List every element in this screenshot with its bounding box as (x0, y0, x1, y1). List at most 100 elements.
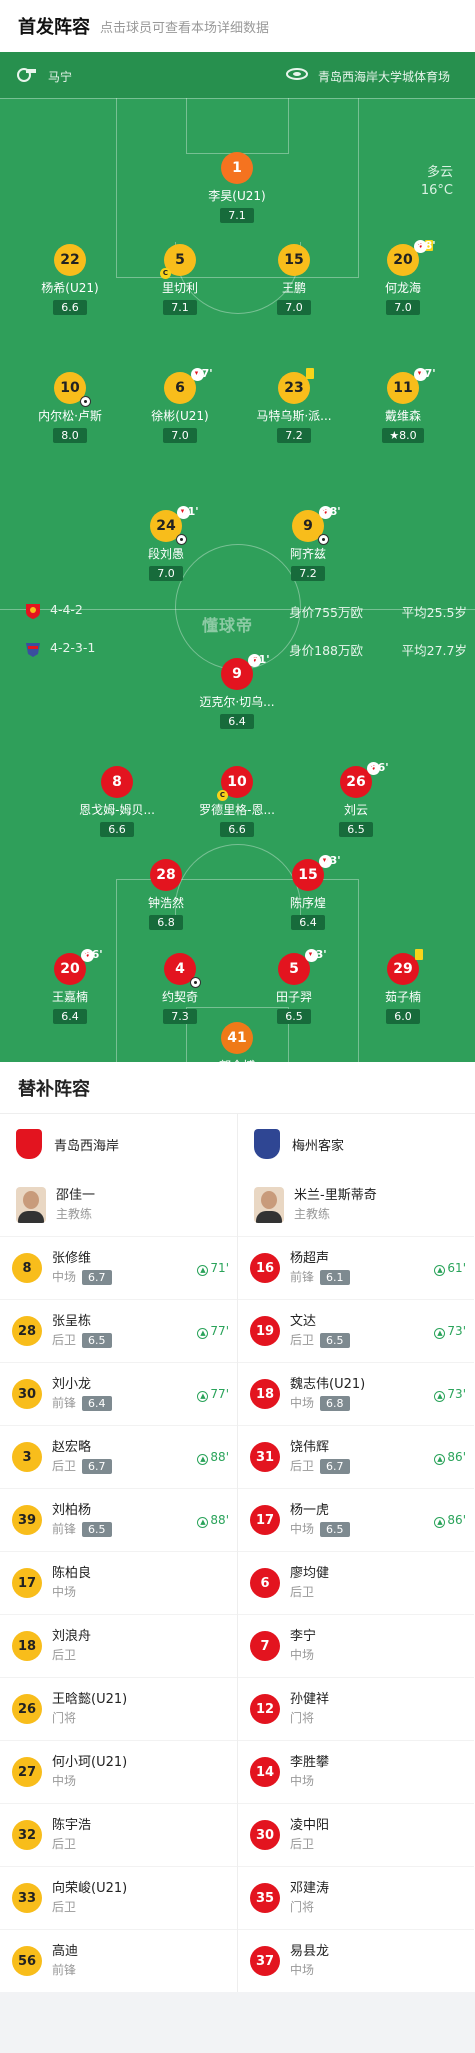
home-player-5[interactable]: 5 C 里切利 7.1 (125, 244, 235, 315)
sub-player-row[interactable]: 37 易县龙 中场 (238, 1929, 474, 1992)
home-player-15[interactable]: 15 王鹏 7.0 (239, 244, 349, 315)
away-player-20[interactable]: 20 ▼ 86' 王嘉楠 6.4 (15, 948, 125, 1024)
shirt-number-text: 9 (232, 666, 242, 682)
player-name: 里切利 (161, 281, 198, 295)
away-team-logo (254, 1129, 280, 1159)
player-rating: 6.4 (53, 1009, 87, 1024)
sub-player-row[interactable]: 14 李胜攀 中场 (238, 1740, 474, 1803)
shirt-number: 29 (387, 949, 423, 985)
sub-in-time: ▲ 77' (197, 1387, 229, 1402)
sub-player-row[interactable]: 26 王晗懿(U21) 门将 (0, 1677, 237, 1740)
sub-player-row[interactable]: 7 李宁 中场 (238, 1614, 474, 1677)
player-rating: 7.1 (220, 208, 254, 223)
sub-in-icon: ▲ (434, 1265, 446, 1276)
home-player-6[interactable]: 6 ▼ 77' 徐彬(U21) 7.0 (125, 367, 235, 443)
home-player-10[interactable]: 10 内尔松·卢斯 8.0 (15, 372, 125, 443)
shirt-number: 11 ▼ 77' (387, 367, 436, 404)
home-player-24[interactable]: 24 ▼ 71' 段刘愚 7.0 (111, 505, 221, 581)
sub-player-row[interactable]: 39 刘柏杨 前锋 6.5 ▲ 88' (0, 1488, 237, 1551)
shirt-number: 9 ▼ 61' (221, 653, 270, 690)
sub-off-time: 86' (84, 948, 103, 961)
sub-player-position: 门将 (52, 1711, 77, 1725)
yellow-card-icon (415, 949, 423, 960)
sub-player-row[interactable]: 18 魏志伟(U21) 中场 6.8 ▲ 73' (238, 1362, 474, 1425)
sub-player-position: 门将 (290, 1711, 315, 1725)
sub-in-icon: ▲ (197, 1265, 209, 1276)
sub-player-row[interactable]: 8 张修维 中场 6.7 ▲ 71' (0, 1236, 237, 1299)
sub-player-row[interactable]: 17 陈柏良 中场 (0, 1551, 237, 1614)
sub-player-row[interactable]: 18 刘浪舟 后卫 (0, 1614, 237, 1677)
home-value: 身价755万欧 (289, 605, 363, 620)
sub-in-time: ▲ 88' (197, 1450, 229, 1465)
lineup-subtitle: 点击球员可查看本场详细数据 (100, 20, 270, 36)
away-team-header[interactable]: 梅州客家 (238, 1114, 474, 1174)
home-coach[interactable]: 邵佳一 主教练 (0, 1174, 237, 1236)
sub-player-row[interactable]: 28 张呈栋 后卫 6.5 ▲ 77' (0, 1299, 237, 1362)
sub-player-info: 易县龙 中场 (290, 1943, 329, 1979)
shirt-number: 20 ▼ 88' (387, 239, 436, 276)
sub-player-position: 中场 6.8 (290, 1394, 365, 1412)
sub-player-row[interactable]: 17 杨一虎 中场 6.5 ▲ 86' (238, 1488, 474, 1551)
sub-player-position: 前锋 (52, 1963, 77, 1977)
away-coach-name: 米兰-里斯蒂奇 (294, 1188, 377, 1203)
sub-player-row[interactable]: 19 文达 后卫 6.5 ▲ 73' (238, 1299, 474, 1362)
sub-player-name: 张修维 (52, 1251, 92, 1266)
away-formation: 4-2-3-1 (50, 640, 96, 655)
away-player-4[interactable]: 4 约契奇 7.3 (125, 953, 235, 1024)
temperature-text: 16°C (420, 183, 453, 198)
shirt-number-text: 20 (393, 252, 413, 268)
sub-player-name: 张呈栋 (52, 1314, 92, 1329)
sub-player-row[interactable]: 35 邓建涛 门将 (238, 1866, 474, 1929)
sub-player-info: 饶伟辉 后卫 6.7 (290, 1439, 350, 1475)
sub-player-row[interactable]: 30 刘小龙 前锋 6.4 ▲ 77' (0, 1362, 237, 1425)
shirt-number-text: 10 (227, 774, 247, 790)
sub-player-rating: 6.5 (320, 1522, 350, 1537)
goal-ball-icon (318, 534, 329, 545)
sub-player-name: 李胜攀 (290, 1755, 330, 1770)
sub-player-row[interactable]: 33 向荣峻(U21) 后卫 (0, 1866, 237, 1929)
away-coach[interactable]: 米兰-里斯蒂奇 主教练 (238, 1174, 474, 1236)
sub-player-info: 王晗懿(U21) 门将 (52, 1691, 127, 1727)
page-footer (0, 1992, 475, 2038)
sub-player-row[interactable]: 16 杨超声 前锋 6.1 ▲ 61' (238, 1236, 474, 1299)
player-name: 戴维森 (384, 409, 421, 423)
away-player-26[interactable]: 26 ▼ 86' 刘云 6.5 (301, 761, 411, 837)
away-player-10[interactable]: 10 C 罗德里格-恩... 6.6 (182, 766, 292, 837)
home-player-9[interactable]: 9 ▼ 88' 阿齐兹 7.2 (253, 505, 363, 581)
sub-in-icon: ▲ (434, 1454, 446, 1465)
shirt-number: 6 ▼ 77' (164, 367, 213, 404)
away-player-5[interactable]: 5 ▼ 73' 田子羿 6.5 (239, 948, 349, 1024)
sub-player-row[interactable]: 31 饶伟辉 后卫 6.7 ▲ 86' (238, 1425, 474, 1488)
away-player-9[interactable]: 9 ▼ 61' 迈克尔·切乌... 6.4 (182, 653, 292, 729)
sub-player-info: 廖均健 后卫 (290, 1565, 329, 1601)
home-player-22[interactable]: 22 杨希(U21) 6.6 (15, 244, 125, 315)
away-team-line: 4-2-3-1 身价188万欧 平均27.7岁 (0, 640, 475, 660)
away-player-15[interactable]: 15 ▼ 73' 陈序煌 6.4 (253, 854, 363, 930)
home-team-header[interactable]: 青岛西海岸 (0, 1114, 237, 1174)
shirt-number: 14 (250, 1757, 280, 1787)
shirt-number: 5C (160, 244, 196, 279)
goal-ball-icon (80, 396, 91, 407)
away-player-41[interactable]: 41郭全博6.3 (182, 1022, 292, 1062)
sub-player-row[interactable]: 30 凌中阳 后卫 (238, 1803, 474, 1866)
sub-player-row[interactable]: 12 孙健祥 门将 (238, 1677, 474, 1740)
home-player-20[interactable]: 20 ▼ 88' 何龙海 7.0 (348, 239, 458, 315)
away-player-28[interactable]: 28 钟浩然 6.8 (111, 859, 221, 930)
sub-player-row[interactable]: 27 何小珂(U21) 中场 (0, 1740, 237, 1803)
player-rating: 7.0 (277, 300, 311, 315)
sub-player-row[interactable]: 6 廖均健 后卫 (238, 1551, 474, 1614)
away-player-29[interactable]: 29 茹子楠 6.0 (348, 949, 458, 1024)
sub-player-row[interactable]: 32 陈宇浩 后卫 (0, 1803, 237, 1866)
sub-player-row[interactable]: 56 高迪 前锋 (0, 1929, 237, 1992)
shirt-number: 10 (54, 372, 91, 407)
home-player-1[interactable]: 1 李昊(U21) 7.1 (182, 152, 292, 223)
home-player-11[interactable]: 11 ▼ 77' 戴维森 ★8.0 (348, 367, 458, 443)
player-name: 阿齐兹 (289, 547, 326, 561)
sub-off-time: 71' (180, 505, 199, 518)
home-player-23[interactable]: 23 马特乌斯·派... 7.2 (239, 368, 349, 443)
shirt-number: 37 (250, 1946, 280, 1976)
shirt-number-text: 5 (175, 252, 185, 268)
sub-player-row[interactable]: 3 赵宏略 后卫 6.7 ▲ 88' (0, 1425, 237, 1488)
sub-player-position: 后卫 (52, 1900, 77, 1914)
away-player-8[interactable]: 8 恩戈姆-姆贝... 6.6 (62, 766, 172, 837)
